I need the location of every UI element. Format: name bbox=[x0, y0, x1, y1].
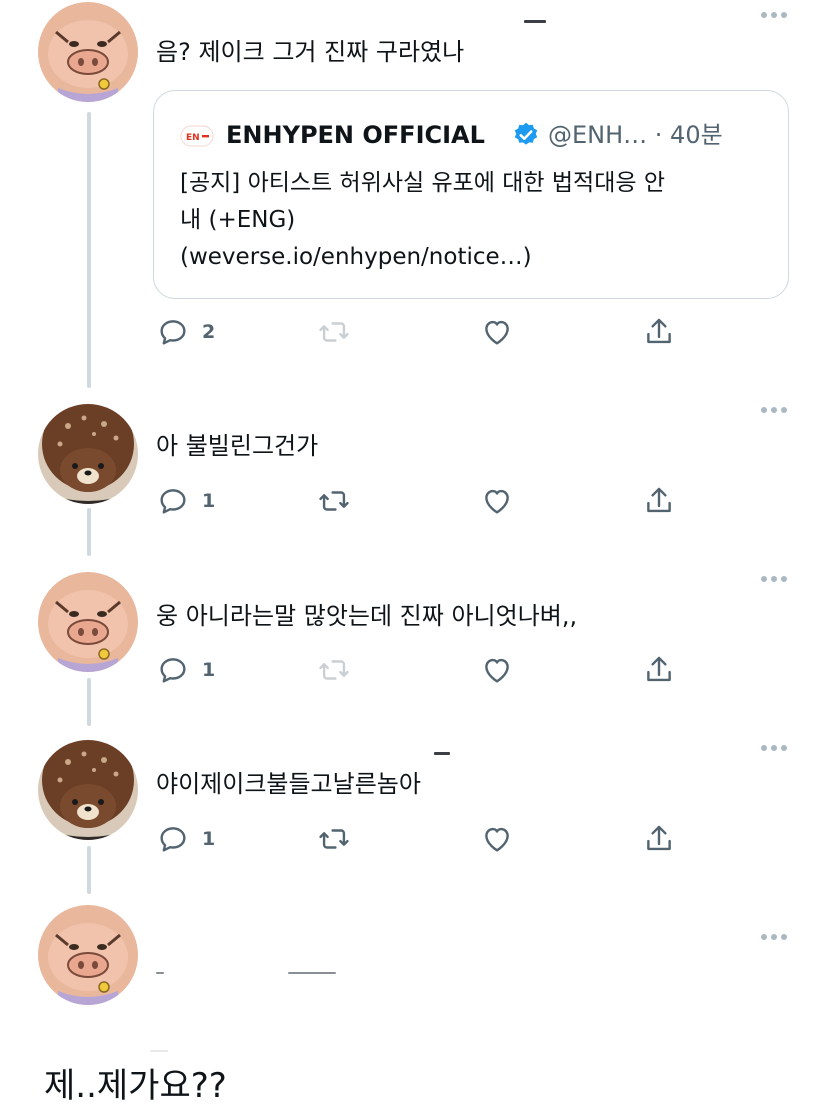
reply-icon bbox=[160, 320, 186, 345]
retweet-icon bbox=[319, 491, 349, 511]
quoted-tweet-text: [공지] 아티스트 허위사실 유포에 대한 법적대응 안 내 (+ENG) (w… bbox=[180, 165, 770, 276]
tweet-text: 웅 아니라는말 많앗는데 진짜 아니엇나벼,, bbox=[156, 602, 578, 630]
enhypen-logo-icon: EN bbox=[180, 125, 214, 147]
more-button[interactable] bbox=[760, 405, 788, 415]
retweet-icon bbox=[319, 829, 349, 849]
share-button[interactable] bbox=[642, 653, 676, 687]
thread-line bbox=[87, 678, 91, 726]
like-button[interactable] bbox=[480, 822, 514, 856]
heart-icon bbox=[485, 827, 509, 852]
like-button[interactable] bbox=[480, 484, 514, 518]
avatar[interactable] bbox=[38, 905, 138, 1005]
pig-character-avatar-icon bbox=[38, 905, 138, 1005]
share-icon bbox=[647, 656, 671, 682]
share-button[interactable] bbox=[642, 484, 676, 518]
like-button[interactable] bbox=[480, 653, 514, 687]
more-icon bbox=[761, 934, 787, 940]
reply-icon bbox=[160, 658, 186, 683]
redacted-mark bbox=[156, 972, 164, 974]
more-icon bbox=[761, 407, 787, 413]
reply-icon bbox=[160, 827, 186, 852]
quoted-handle-time: @ENH… · 40분 bbox=[548, 121, 723, 149]
share-icon bbox=[647, 825, 671, 851]
avatar[interactable] bbox=[38, 2, 138, 102]
svg-text:EN: EN bbox=[186, 133, 200, 143]
redacted-username bbox=[156, 4, 536, 32]
brown-bear-avatar-icon bbox=[38, 404, 138, 504]
verified-badge-icon bbox=[514, 122, 538, 145]
quoted-account-name: ENHYPEN OFFICIAL bbox=[226, 121, 485, 149]
retweet-icon bbox=[319, 322, 349, 342]
retweet-button[interactable] bbox=[317, 315, 351, 349]
caption-text: 제..제가요?? bbox=[44, 1066, 227, 1106]
more-button[interactable] bbox=[760, 932, 788, 942]
avatar[interactable] bbox=[38, 404, 138, 504]
redacted-username bbox=[156, 742, 456, 766]
quoted-text-line: [공지] 아티스트 허위사실 유포에 대한 법적대응 안 bbox=[180, 170, 666, 196]
tweet-text: 음? 제이크 그거 진짜 구라였나 bbox=[156, 38, 465, 66]
redacted-mark bbox=[288, 972, 336, 974]
heart-icon bbox=[485, 320, 509, 345]
redacted-mark bbox=[434, 752, 450, 755]
reply-button[interactable] bbox=[156, 315, 190, 349]
retweet-icon bbox=[319, 660, 349, 680]
like-button[interactable] bbox=[480, 315, 514, 349]
reply-count: 1 bbox=[202, 828, 216, 850]
avatar[interactable] bbox=[38, 740, 138, 840]
thread-line bbox=[87, 846, 91, 894]
heart-icon bbox=[485, 489, 509, 514]
share-button[interactable] bbox=[642, 315, 676, 349]
reply-button[interactable] bbox=[156, 653, 190, 687]
pig-character-avatar-icon bbox=[38, 2, 138, 102]
reply-button[interactable] bbox=[156, 822, 190, 856]
thread-line bbox=[87, 112, 91, 388]
retweet-button[interactable] bbox=[317, 822, 351, 856]
redacted-mark bbox=[524, 20, 546, 23]
avatar[interactable] bbox=[38, 572, 138, 672]
pig-character-avatar-icon bbox=[38, 572, 138, 672]
reply-count: 2 bbox=[202, 321, 216, 343]
share-button[interactable] bbox=[642, 822, 676, 856]
brown-bear-avatar-icon bbox=[38, 740, 138, 840]
more-icon bbox=[761, 12, 787, 18]
retweet-button[interactable] bbox=[317, 484, 351, 518]
redacted-username bbox=[156, 406, 396, 428]
redacted-username bbox=[156, 574, 486, 598]
quoted-text-line: 내 (+ENG) bbox=[180, 207, 296, 233]
reply-count: 1 bbox=[202, 659, 216, 681]
quoted-text-line: (weverse.io/enhypen/notice…) bbox=[180, 244, 532, 270]
retweet-button[interactable] bbox=[317, 653, 351, 687]
more-icon bbox=[761, 745, 787, 751]
more-button[interactable] bbox=[760, 10, 788, 20]
verified-badge bbox=[512, 121, 540, 149]
more-icon bbox=[761, 576, 787, 582]
redacted-mark bbox=[150, 1050, 168, 1052]
enhypen-logo: EN bbox=[180, 125, 214, 147]
tweet-text: 아 불빌린그건가 bbox=[156, 432, 319, 460]
more-button[interactable] bbox=[760, 574, 788, 584]
more-button[interactable] bbox=[760, 743, 788, 753]
heart-icon bbox=[485, 658, 509, 683]
quoted-tweet-card[interactable]: EN ENHYPEN OFFICIAL @ENH… · 40분 [공지] 아티스… bbox=[153, 90, 789, 299]
share-icon bbox=[647, 487, 671, 513]
reply-count: 1 bbox=[202, 490, 216, 512]
thread-line bbox=[87, 508, 91, 556]
reply-icon bbox=[160, 489, 186, 514]
tweet-text: 야이제이크불들고날른놈아 bbox=[156, 770, 421, 798]
reply-button[interactable] bbox=[156, 484, 190, 518]
share-icon bbox=[647, 318, 671, 344]
